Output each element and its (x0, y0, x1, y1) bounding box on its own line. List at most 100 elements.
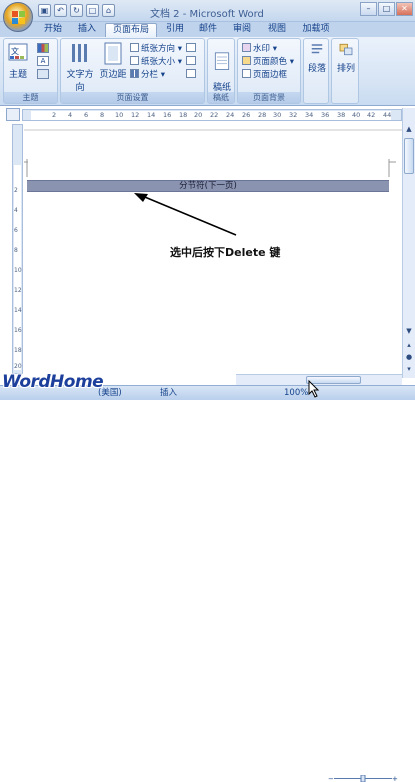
text-direction-label: 文字方向 (66, 70, 94, 93)
theme-fonts-icon[interactable]: A (37, 56, 49, 66)
ruler-tick: 14 (147, 111, 156, 119)
ruler-tick: 40 (352, 111, 361, 119)
tab-selector[interactable] (6, 108, 20, 121)
svg-text:文: 文 (11, 46, 19, 56)
group-theme: 文 主题 A 主题 (3, 38, 58, 104)
page-color-icon (242, 56, 251, 65)
group-arrange: 排列 (331, 38, 359, 104)
close-icon[interactable]: ✕ (396, 2, 413, 16)
window-controls: – □ ✕ (360, 2, 413, 16)
ruler-tick: 16 (163, 111, 172, 119)
page-borders-button[interactable]: 页面边框 (242, 69, 287, 81)
scroll-up-icon[interactable]: ▲ (404, 124, 414, 134)
margins-label: 页边距 (99, 70, 127, 80)
new-document-icon[interactable]: □ (86, 4, 99, 17)
theme-colors-icon[interactable] (37, 43, 49, 53)
margins-button[interactable]: 页边距 (98, 42, 128, 80)
tab-home[interactable]: 开始 (38, 23, 68, 37)
browse-object-icon[interactable]: ● (404, 352, 414, 362)
section-break-label: 分节符(下一页) (179, 181, 237, 191)
theme-effects-icon[interactable] (37, 69, 49, 79)
ruler-tick: 20 (14, 363, 22, 370)
tab-review[interactable]: 审阅 (227, 23, 257, 37)
columns-icon (130, 69, 139, 78)
maximize-icon[interactable]: □ (378, 2, 395, 16)
page-borders-icon (242, 69, 251, 78)
zoom-level[interactable]: 100% (284, 387, 308, 399)
insert-mode-status[interactable]: 插入 (160, 387, 177, 399)
ruler-tick: 12 (14, 287, 22, 294)
tab-references[interactable]: 引用 (160, 23, 190, 37)
ruler-tick: 34 (305, 111, 314, 119)
ruler-tick: 8 (100, 111, 105, 119)
ruler-tick: 14 (14, 307, 22, 314)
size-button[interactable]: 纸张大小 ▾ (130, 56, 182, 68)
ruler-tick: 16 (14, 327, 22, 334)
vertical-ruler[interactable]: 2 4 6 8 10 12 14 16 18 20 (12, 124, 23, 374)
save-icon[interactable]: ▣ (38, 4, 51, 17)
mouse-cursor-icon (308, 380, 320, 398)
quick-access-toolbar: ▣ ↶ ↻ □ ⌂ (38, 4, 115, 17)
paragraph-button[interactable]: 段落 (305, 42, 329, 74)
undo-icon[interactable]: ↶ (54, 4, 67, 17)
hyphenation-icon[interactable] (186, 69, 196, 78)
arrange-icon (339, 43, 353, 56)
tab-insert[interactable]: 插入 (72, 23, 102, 37)
group-label-page-background: 页面背景 (238, 92, 300, 103)
section-break-next-page[interactable]: 分节符(下一页) (27, 180, 389, 192)
ruler-tick: 10 (115, 111, 124, 119)
ruler-tick: 12 (131, 111, 140, 119)
columns-button[interactable]: 分栏 ▾ (130, 69, 165, 81)
ruler-tick: 6 (84, 111, 89, 119)
open-folder-icon[interactable]: ⌂ (102, 4, 115, 17)
watermark-button[interactable]: 水印 ▾ (242, 43, 277, 55)
scroll-down-icon[interactable]: ▼ (404, 326, 414, 336)
draft-paper-icon (214, 52, 230, 70)
next-page-icon[interactable]: ▾ (404, 364, 414, 374)
tab-view[interactable]: 视图 (262, 23, 292, 37)
vertical-scrollbar[interactable]: ▲ ▼ ▴ ● ▾ (402, 108, 415, 378)
theme-icon: 文 (8, 43, 28, 61)
ruler-tick: 8 (14, 247, 18, 254)
ruler-tick: 10 (14, 267, 22, 274)
ruler-tick: 2 (52, 111, 57, 119)
zoom-slider[interactable]: − + (328, 775, 398, 782)
group-label-theme: 主题 (4, 92, 57, 103)
ribbon: 文 主题 A 主题 文字方向 页边距 纸张方向 ▾ 纸张大小 ▾ 分栏 ▾ 页面… (0, 37, 415, 106)
horizontal-ruler[interactable]: 2 4 6 8 10 12 14 16 18 20 22 24 26 28 30… (22, 109, 402, 121)
tab-addins[interactable]: 加载项 (296, 23, 336, 37)
line-numbers-icon[interactable] (186, 56, 196, 65)
previous-page-icon[interactable]: ▴ (404, 340, 414, 350)
tab-mailings[interactable]: 邮件 (193, 23, 223, 37)
margins-icon (104, 42, 122, 65)
minimize-icon[interactable]: – (360, 2, 377, 16)
ruler-tick: 4 (68, 111, 73, 119)
ruler-tick: 36 (321, 111, 330, 119)
ruler-tick: 24 (226, 111, 235, 119)
ruler-tick: 6 (14, 227, 18, 234)
paragraph-label: 段落 (307, 64, 326, 74)
tab-page-layout[interactable]: 页面布局 (105, 23, 157, 37)
arrange-button[interactable]: 排列 (334, 42, 358, 74)
arrange-label: 排列 (336, 64, 355, 74)
group-draft-paper: 稿纸 设置 稿纸 (207, 38, 235, 104)
breaks-icon[interactable] (186, 43, 196, 52)
scroll-thumb[interactable] (404, 138, 414, 174)
text-direction-button[interactable]: 文字方向 (63, 42, 97, 93)
ruler-tick: 30 (273, 111, 282, 119)
ruler-tick: 2 (14, 187, 18, 194)
ruler-tick: 20 (194, 111, 203, 119)
title-bar: ▣ ↶ ↻ □ ⌂ 文档 2 - Microsoft Word – □ ✕ (0, 0, 415, 22)
callout-arrow (139, 194, 237, 236)
paragraph-icon (311, 44, 323, 54)
theme-label: 主题 (8, 70, 27, 80)
ruler-tick: 26 (242, 111, 251, 119)
theme-button[interactable]: 文 主题 (7, 42, 29, 80)
redo-icon[interactable]: ↻ (70, 4, 83, 17)
wordhome-logo: WordHome (2, 372, 104, 392)
orientation-button[interactable]: 纸张方向 ▾ (130, 43, 182, 55)
office-button[interactable] (3, 2, 33, 32)
page-color-button[interactable]: 页面颜色 ▾ (242, 56, 294, 68)
ruler-tick: 22 (210, 111, 219, 119)
ruler-tick: 18 (14, 347, 22, 354)
